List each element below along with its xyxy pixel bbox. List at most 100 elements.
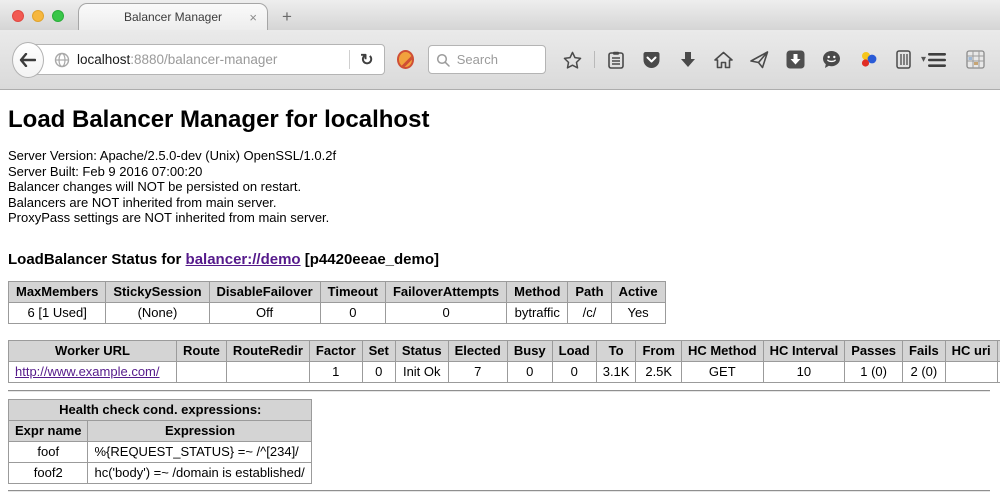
- col-elected: Elected: [448, 340, 507, 361]
- health-check-table: Health check cond. expressions: Expr nam…: [8, 399, 312, 484]
- col-factor: Factor: [309, 340, 362, 361]
- cell-routeredir: [226, 361, 309, 382]
- cell-path: /c/: [568, 302, 611, 323]
- menu-group: [926, 49, 988, 71]
- balancer-demo-link[interactable]: balancer://demo: [186, 251, 301, 268]
- col-hc-uri: HC uri: [945, 340, 997, 361]
- video-download-icon[interactable]: [785, 49, 807, 71]
- cell-expression: %{REQUEST_STATUS} =~ /^[234]/: [88, 441, 312, 462]
- page-content: Load Balancer Manager for localhost Serv…: [0, 90, 1000, 492]
- col-expression: Expression: [88, 420, 312, 441]
- col-path: Path: [568, 281, 611, 302]
- col-worker-url: Worker URL: [9, 340, 177, 361]
- url-bar[interactable]: localhost:8880/balancer-manager ↻: [25, 44, 385, 75]
- container-icon[interactable]: [893, 49, 915, 71]
- search-input[interactable]: [455, 51, 538, 68]
- worker-url-link[interactable]: http://www.example.com/: [15, 364, 160, 379]
- worker-status-table: Worker URL Route RouteRedir Factor Set S…: [8, 340, 1000, 383]
- col-disablefailover: DisableFailover: [209, 281, 320, 302]
- heading-suffix: [p4420eeae_demo]: [301, 251, 439, 268]
- cell-fails: 2 (0): [903, 361, 946, 382]
- col-fails: Fails: [903, 340, 946, 361]
- back-button[interactable]: [12, 42, 44, 78]
- heading-prefix: LoadBalancer Status for: [8, 251, 186, 268]
- fullscreen-window-button[interactable]: [52, 10, 64, 22]
- col-hc-method: HC Method: [681, 340, 763, 361]
- cell-expression: hc('body') =~ /domain is established/: [88, 462, 312, 483]
- balancer-settings-table: MaxMembers StickySession DisableFailover…: [8, 281, 666, 324]
- col-hc-interval: HC Interval: [763, 340, 845, 361]
- url-text: localhost:8880/balancer-manager: [77, 52, 277, 67]
- minimize-window-button[interactable]: [32, 10, 44, 22]
- tab-bar: Balancer Manager × +: [0, 0, 1000, 30]
- tab-balancer-manager[interactable]: Balancer Manager ×: [78, 3, 268, 30]
- cell-status: Init Ok: [395, 361, 448, 382]
- menu-icon[interactable]: [926, 49, 948, 71]
- col-from: From: [636, 340, 682, 361]
- col-busy: Busy: [507, 340, 552, 361]
- reading-list-icon[interactable]: [605, 49, 627, 71]
- col-route: Route: [177, 340, 227, 361]
- table-header-row: MaxMembers StickySession DisableFailover…: [9, 281, 666, 302]
- cell-maxmembers: 6 [1 Used]: [9, 302, 106, 323]
- close-window-button[interactable]: [12, 10, 24, 22]
- cell-method: bytraffic: [507, 302, 568, 323]
- toolbar-divider: [594, 51, 595, 68]
- feedback-smiley-icon[interactable]: [821, 49, 843, 71]
- section-divider: [8, 390, 990, 392]
- col-passes: Passes: [845, 340, 903, 361]
- col-stickysession: StickySession: [106, 281, 209, 302]
- col-load: Load: [552, 340, 596, 361]
- home-icon[interactable]: [713, 49, 735, 71]
- search-bar[interactable]: [428, 45, 546, 74]
- new-tab-button[interactable]: +: [268, 3, 306, 30]
- cell-from: 2.5K: [636, 361, 682, 382]
- search-icon: [436, 53, 450, 67]
- toolbar-buttons: ▾: [562, 49, 926, 71]
- table-row: http://www.example.com/ 1 0 Init Ok 7 0 …: [9, 361, 1000, 382]
- cell-stickysession: (None): [106, 302, 209, 323]
- cell-busy: 0: [507, 361, 552, 382]
- browser-window: Balancer Manager × + localhost:8880/bala…: [0, 0, 1000, 491]
- cell-elected: 7: [448, 361, 507, 382]
- col-maxmembers: MaxMembers: [9, 281, 106, 302]
- pocket-icon[interactable]: [641, 49, 663, 71]
- reload-button[interactable]: ↻: [350, 50, 383, 70]
- navigation-toolbar: localhost:8880/balancer-manager ↻: [0, 30, 1000, 90]
- table-title-row: Health check cond. expressions:: [9, 399, 312, 420]
- table-row: 6 [1 Used] (None) Off 0 0 bytraffic /c/ …: [9, 302, 666, 323]
- health-table-title: Health check cond. expressions:: [9, 399, 312, 420]
- cell-worker-url: http://www.example.com/: [9, 361, 177, 382]
- url-domain: localhost: [77, 52, 130, 67]
- close-tab-icon[interactable]: ×: [249, 11, 257, 24]
- colorful-dots-icon[interactable]: [857, 49, 879, 71]
- cell-failoverattempts: 0: [385, 302, 506, 323]
- table-row: foof2 hc('body') =~ /domain is establish…: [9, 462, 312, 483]
- server-version-line: Server Version: Apache/2.5.0-dev (Unix) …: [8, 148, 992, 164]
- col-set: Set: [362, 340, 395, 361]
- cell-expr-name: foof: [9, 441, 88, 462]
- col-active: Active: [611, 281, 665, 302]
- col-method: Method: [507, 281, 568, 302]
- server-info: Server Version: Apache/2.5.0-dev (Unix) …: [8, 148, 992, 226]
- col-to: To: [596, 340, 636, 361]
- inherit-note-line: Balancers are NOT inherited from main se…: [8, 195, 992, 211]
- cell-hc-uri: [945, 361, 997, 382]
- cell-passes: 1 (0): [845, 361, 903, 382]
- cell-expr-name: foof2: [9, 462, 88, 483]
- page-title: Load Balancer Manager for localhost: [8, 106, 992, 134]
- downloads-icon[interactable]: [677, 49, 699, 71]
- cell-timeout: 0: [320, 302, 385, 323]
- send-icon[interactable]: [749, 49, 771, 71]
- server-built-line: Server Built: Feb 9 2016 07:00:20: [8, 164, 992, 180]
- cell-route: [177, 361, 227, 382]
- tab-groups-icon[interactable]: [964, 49, 986, 71]
- cell-hc-method: GET: [681, 361, 763, 382]
- proxypass-note-line: ProxyPass settings are NOT inherited fro…: [8, 210, 992, 226]
- bookmark-star-icon[interactable]: [562, 49, 584, 71]
- tab-title: Balancer Manager: [124, 10, 222, 24]
- plugin-blocked-icon[interactable]: [397, 50, 414, 69]
- loadbalancer-status-heading: LoadBalancer Status for balancer://demo …: [8, 251, 992, 268]
- cell-disablefailover: Off: [209, 302, 320, 323]
- col-failoverattempts: FailoverAttempts: [385, 281, 506, 302]
